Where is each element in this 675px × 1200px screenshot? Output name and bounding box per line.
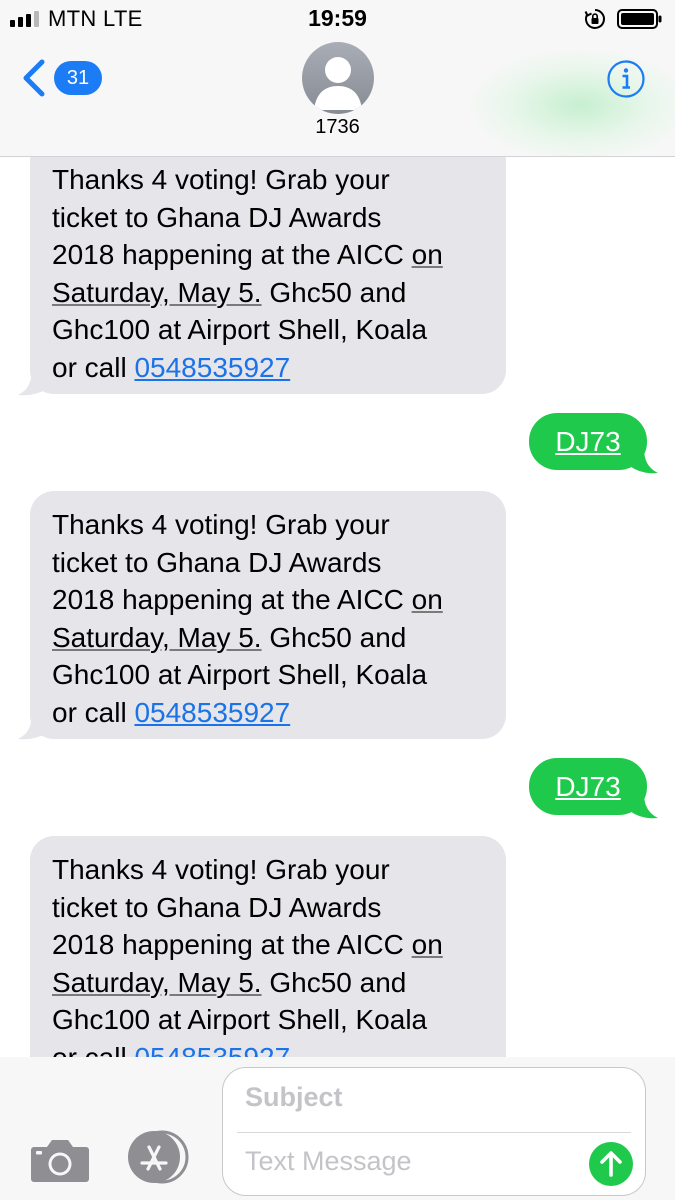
message-text[interactable]: DJ73 [555, 426, 620, 458]
date-link[interactable]: Saturday, May 5. [52, 622, 262, 653]
bubble-tail [630, 448, 658, 474]
chevron-left-icon [23, 59, 45, 97]
phone-number-link[interactable]: 0548535927 [134, 352, 290, 383]
text-message-input[interactable]: Text Message [245, 1146, 412, 1177]
phone-number-link[interactable]: 0548535927 [134, 1042, 290, 1058]
message-line: or call 0548535927 [52, 696, 291, 728]
status-time: 19:59 [308, 5, 367, 31]
message-line: or call 0548535927 [52, 351, 291, 383]
message-line: Thanks 4 voting! Grab your [52, 854, 390, 885]
unread-count-badge: 31 [54, 61, 102, 95]
date-link[interactable]: Saturday, May 5. [52, 967, 262, 998]
incoming-message[interactable]: Thanks 4 voting! Grab your ticket to Gha… [30, 157, 506, 394]
incoming-message[interactable]: Thanks 4 voting! Grab your ticket to Gha… [30, 491, 506, 739]
date-link[interactable]: on [412, 239, 443, 270]
back-button[interactable]: 31 [18, 58, 102, 98]
status-bar: MTN LTE 19:59 [0, 0, 675, 40]
message-line: 2018 happening at the AICC on [52, 239, 443, 270]
message-line: Saturday, May 5. Ghc50 and [52, 276, 407, 308]
messages-screen: MTN LTE 19:59 31 1736 Thanks 4 voting! G… [0, 0, 675, 1200]
message-line: ticket to Ghana DJ Awards [52, 891, 382, 923]
bubble-tail [18, 712, 48, 740]
message-line: Ghc100 at Airport Shell, Koala [52, 1004, 428, 1035]
message-line: 2018 happening at the AICC on [52, 584, 443, 615]
message-line: 2018 happening at the AICC on [52, 929, 443, 960]
info-icon[interactable] [606, 59, 646, 99]
composer-divider [237, 1132, 631, 1133]
message-line: Saturday, May 5. Ghc50 and [52, 621, 407, 653]
message-line: Ghc100 at Airport Shell, Koala [52, 314, 428, 345]
send-arrow-icon [600, 1151, 622, 1177]
app-store-icon[interactable] [126, 1129, 192, 1185]
incoming-message[interactable]: Thanks 4 voting! Grab your ticket to Gha… [30, 836, 506, 1057]
contact-name[interactable]: 1736 [0, 116, 675, 139]
message-line: ticket to Ghana DJ Awards [52, 546, 382, 578]
date-link[interactable]: on [412, 584, 443, 615]
date-link[interactable]: Saturday, May 5. [52, 277, 262, 308]
compose-toolbar: Subject Text Message [0, 1057, 675, 1200]
message-text[interactable]: DJ73 [555, 771, 620, 803]
bubble-tail [630, 793, 658, 819]
message-line: or call 0548535927 [52, 1039, 484, 1058]
date-link[interactable]: on [412, 929, 443, 960]
message-line: Ghc100 at Airport Shell, Koala [52, 659, 428, 690]
message-line: Thanks 4 voting! Grab your [52, 509, 390, 540]
message-composer[interactable]: Subject Text Message [222, 1067, 646, 1196]
send-button[interactable] [589, 1142, 633, 1186]
bubble-tail [18, 368, 48, 396]
battery-icon [617, 9, 662, 29]
message-list[interactable]: Thanks 4 voting! Grab your ticket to Gha… [0, 157, 675, 1057]
phone-number-link[interactable]: 0548535927 [134, 697, 290, 728]
conversation-header: 31 1736 [0, 40, 675, 157]
avatar-icon[interactable] [302, 42, 374, 114]
message-line: Thanks 4 voting! Grab your [52, 164, 390, 195]
camera-icon[interactable] [30, 1137, 90, 1183]
message-line: ticket to Ghana DJ Awards [52, 201, 382, 233]
subject-input[interactable]: Subject [245, 1082, 343, 1113]
rotation-lock-icon [584, 9, 605, 29]
message-line: Saturday, May 5. Ghc50 and [52, 966, 407, 998]
